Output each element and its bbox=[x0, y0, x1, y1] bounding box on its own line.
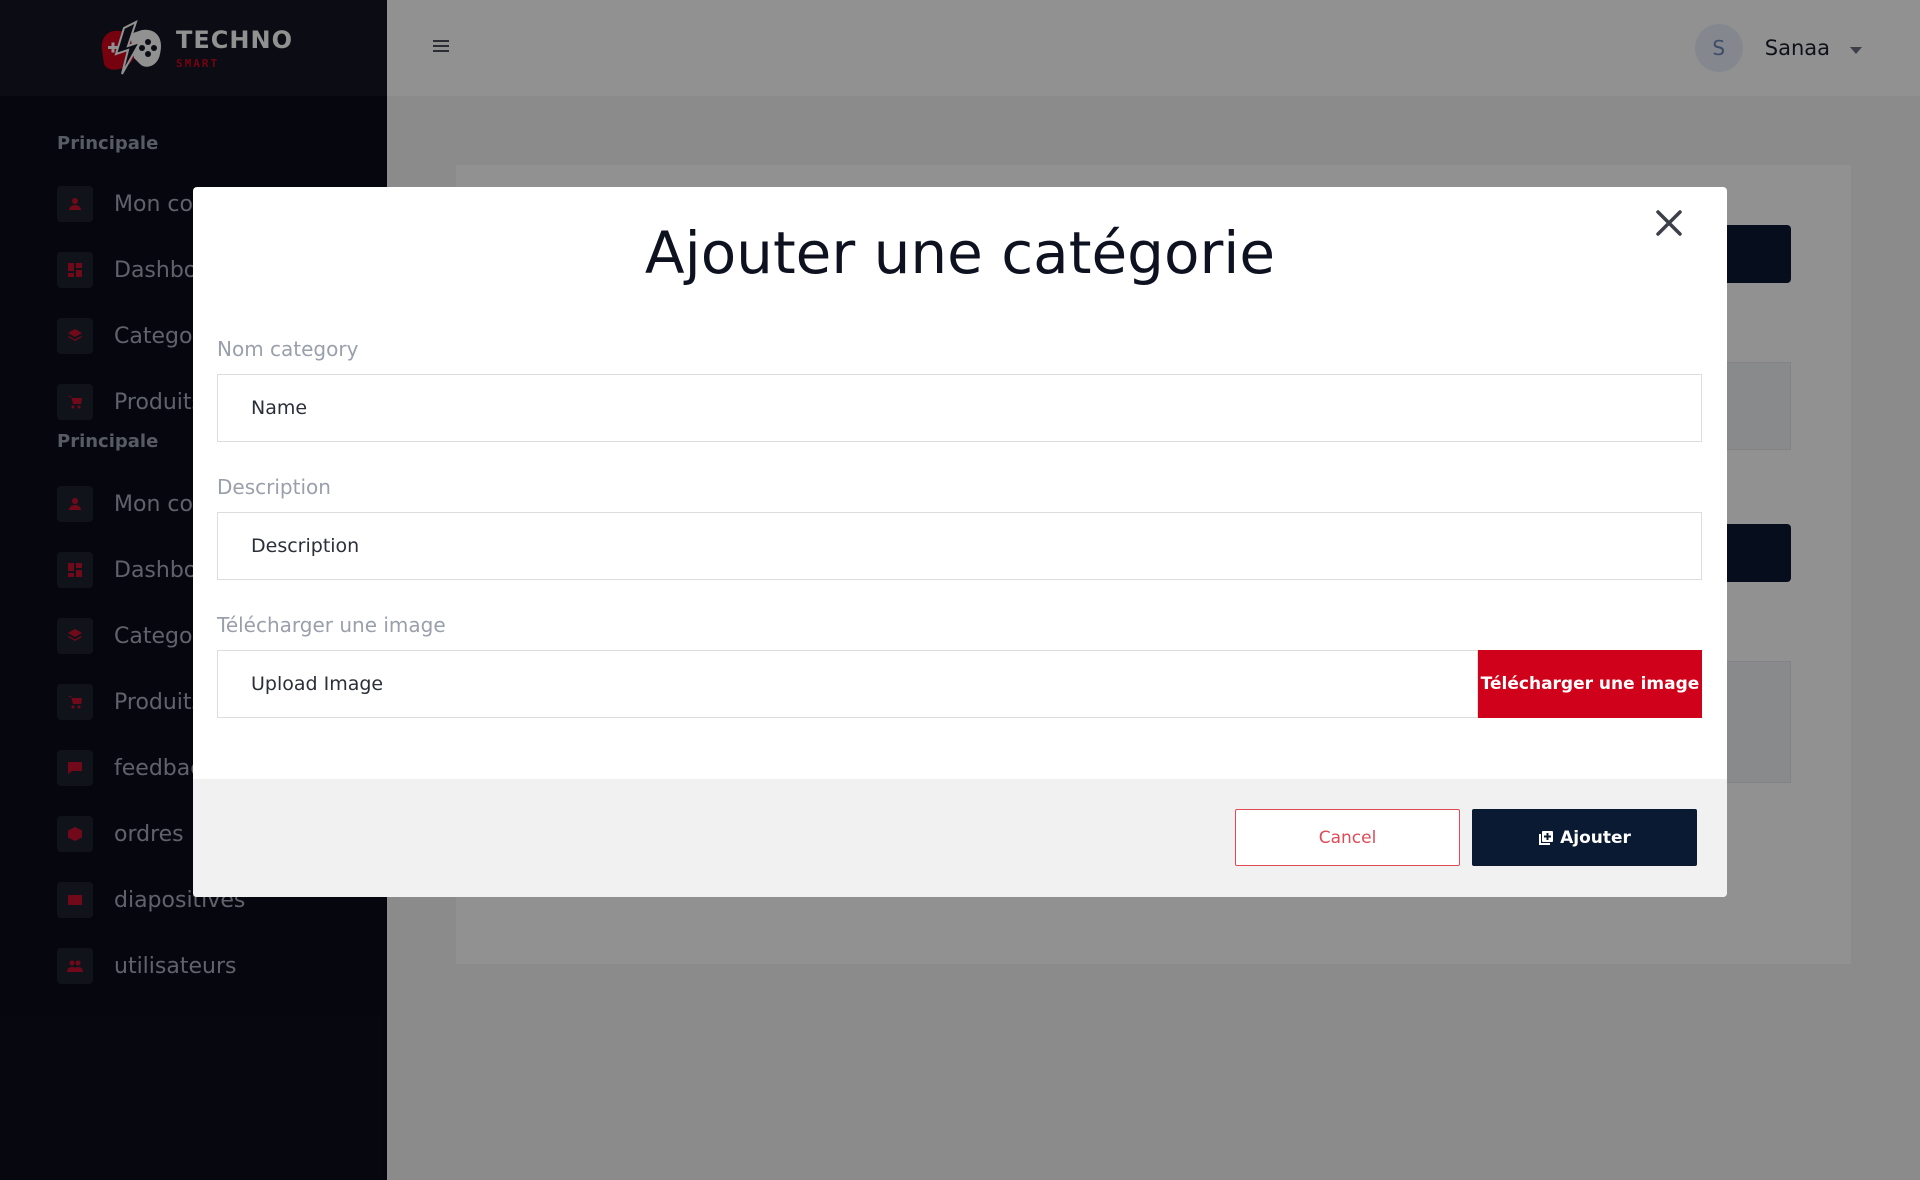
add-category-modal: Ajouter une catégorie Nom category Descr… bbox=[193, 187, 1727, 897]
add-button[interactable]: Ajouter bbox=[1472, 809, 1697, 866]
description-input[interactable] bbox=[217, 512, 1702, 580]
image-label: Télécharger une image bbox=[217, 613, 446, 637]
add-library-icon bbox=[1539, 830, 1554, 845]
description-label: Description bbox=[217, 475, 331, 499]
cancel-button[interactable]: Cancel bbox=[1235, 809, 1460, 866]
upload-image-button[interactable]: Télécharger une image bbox=[1478, 650, 1702, 718]
modal-title: Ajouter une catégorie bbox=[644, 219, 1276, 287]
modal-footer: Cancel Ajouter bbox=[193, 779, 1727, 897]
upload-image-input[interactable] bbox=[217, 650, 1478, 718]
image-upload-group: Télécharger une image bbox=[217, 650, 1702, 718]
category-name-input[interactable] bbox=[217, 374, 1702, 442]
add-button-label: Ajouter bbox=[1560, 827, 1631, 848]
name-label: Nom category bbox=[217, 337, 359, 361]
